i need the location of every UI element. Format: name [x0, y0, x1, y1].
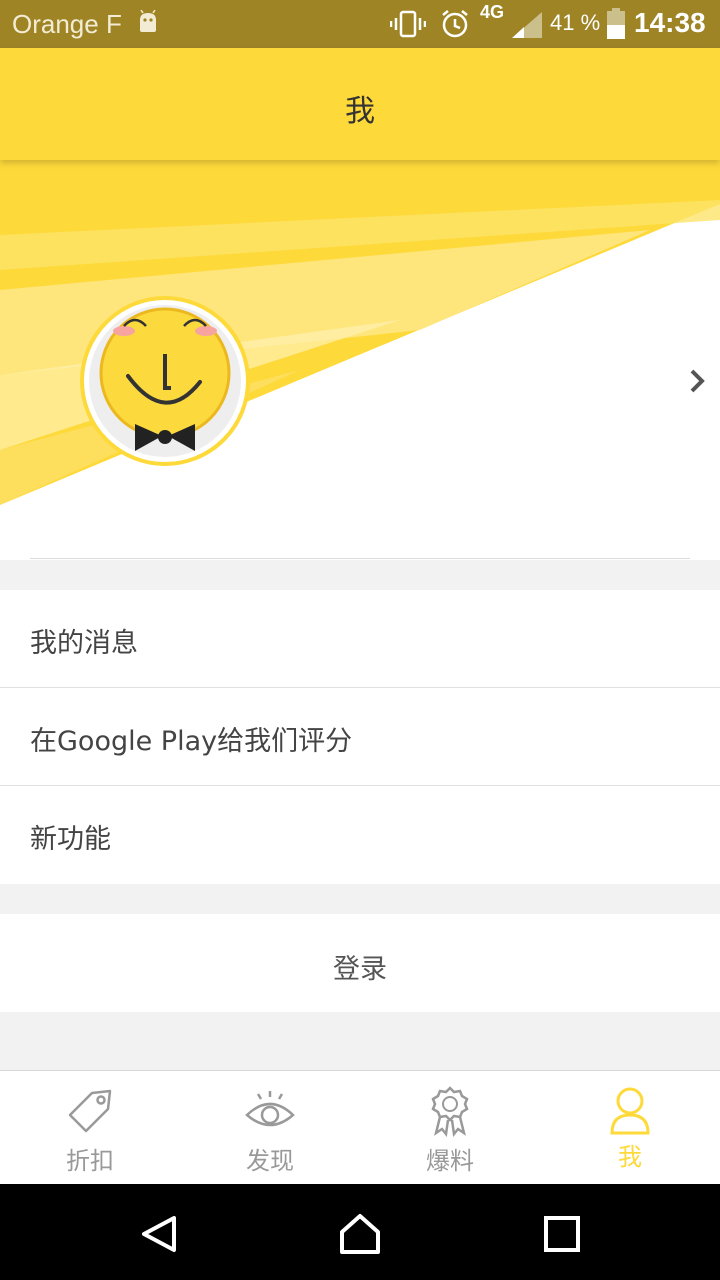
avatar[interactable] [80, 296, 250, 466]
tab-label: 爆料 [426, 1147, 474, 1175]
tab-label: 我 [618, 1143, 642, 1171]
battery-icon [607, 8, 625, 39]
back-icon[interactable] [138, 1212, 182, 1256]
tab-label: 发现 [246, 1147, 294, 1175]
menu-item-label: 我的消息 [30, 628, 138, 659]
signal-icon [512, 12, 542, 38]
tab-discounts[interactable]: 折扣 [0, 1071, 180, 1185]
tab-me[interactable]: 我 [540, 1071, 720, 1185]
alarm-icon [442, 10, 468, 38]
carrier-name: Orange F [12, 9, 122, 39]
android-icon [140, 10, 156, 32]
menu-list: 我的消息 在Google Play给我们评分 新功能 [0, 590, 720, 884]
app-bar: 我 [0, 48, 720, 160]
header-divider [30, 558, 690, 559]
profile-header[interactable] [0, 160, 720, 560]
menu-item-label: 在Google Play给我们评分 [30, 726, 353, 757]
award-badge-icon [431, 1086, 469, 1137]
tab-discover[interactable]: 发现 [180, 1071, 360, 1185]
chevron-right-icon[interactable] [684, 366, 710, 396]
menu-item-messages[interactable]: 我的消息 [0, 590, 720, 688]
clock: 14:38 [634, 7, 706, 38]
recents-icon[interactable] [540, 1212, 584, 1256]
menu-item-new-features[interactable]: 新功能 [0, 786, 720, 884]
eye-icon [245, 1091, 295, 1127]
status-bar: Orange F 4G 41 % 14:38 [0, 0, 720, 48]
login-button[interactable]: 登录 [0, 914, 720, 1012]
person-icon [610, 1087, 650, 1135]
battery-percent: 41 % [550, 10, 601, 35]
tab-deals-report[interactable]: 爆料 [360, 1071, 540, 1185]
price-tag-icon [68, 1089, 112, 1133]
tab-label: 折扣 [66, 1147, 114, 1175]
system-nav-bar [0, 1184, 720, 1280]
network-type: 4G [480, 2, 505, 22]
menu-item-rate-app[interactable]: 在Google Play给我们评分 [0, 688, 720, 786]
home-icon[interactable] [338, 1212, 382, 1256]
page-title: 我 [345, 94, 375, 129]
bottom-tab-bar: 折扣 发现 爆料 我 [0, 1070, 720, 1184]
vibrate-icon [390, 10, 426, 38]
menu-item-label: 新功能 [30, 824, 111, 855]
login-label: 登录 [333, 954, 387, 985]
